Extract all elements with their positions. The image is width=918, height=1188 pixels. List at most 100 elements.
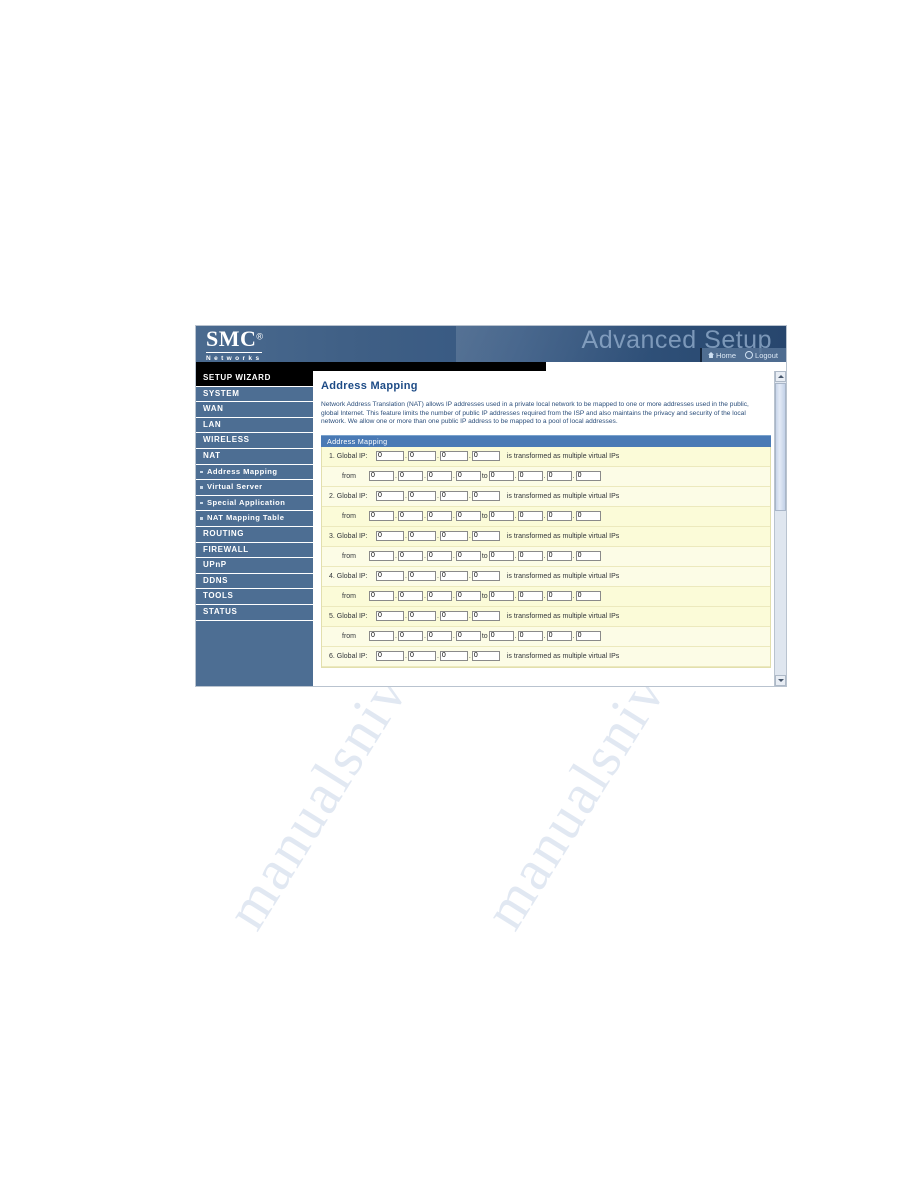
global-ip-label: 4. Global IP:	[329, 572, 368, 580]
from-ip-octet-3[interactable]	[426, 551, 452, 562]
home-button[interactable]: Home	[708, 351, 736, 360]
global-ip-octet-3[interactable]	[439, 491, 468, 502]
from-ip-octet-2[interactable]	[397, 551, 423, 562]
sidebar-nav: SETUP WIZARD SYSTEM WAN LAN WIRELESS NAT Addre…	[196, 371, 313, 686]
from-ip-octet-3[interactable]	[426, 511, 452, 522]
from-ip-octet-3[interactable]	[426, 471, 452, 482]
content-scrollbar[interactable]	[774, 371, 786, 686]
from-ip-octet-2[interactable]	[397, 511, 423, 522]
to-ip-octet-2[interactable]	[517, 551, 543, 562]
sidebar-item-tools[interactable]: TOOLS	[196, 589, 313, 605]
to-ip-octet-4[interactable]	[575, 511, 601, 522]
to-ip-octet-1[interactable]	[488, 591, 514, 602]
to-ip-octet-4[interactable]	[575, 551, 601, 562]
global-ip-octet-2[interactable]	[407, 571, 436, 582]
global-ip-octet-3[interactable]	[439, 611, 468, 622]
to-ip-octet-3[interactable]	[546, 511, 572, 522]
global-ip-octet-2[interactable]	[407, 451, 436, 462]
global-ip-octet-3[interactable]	[439, 531, 468, 542]
global-ip-octet-1[interactable]	[376, 571, 404, 582]
chevron-up-icon	[777, 375, 784, 378]
global-ip-octet-1[interactable]	[376, 451, 404, 462]
global-ip-octet-4[interactable]	[471, 571, 500, 582]
logout-button[interactable]: Logout	[745, 351, 778, 360]
sidebar-item-wan[interactable]: WAN	[196, 402, 313, 418]
to-ip-octet-1[interactable]	[488, 631, 514, 642]
sidebar-item-ddns[interactable]: DDNS	[196, 573, 313, 590]
scroll-up-button[interactable]	[775, 371, 786, 382]
global-ip-octet-1[interactable]	[376, 491, 404, 502]
to-ip-octet-1[interactable]	[488, 511, 514, 522]
global-ip-octet-2[interactable]	[407, 491, 436, 502]
sidebar-item-routing[interactable]: ROUTING	[196, 526, 313, 543]
global-ip-octet-4[interactable]	[471, 651, 500, 662]
from-ip-octet-1[interactable]	[369, 591, 394, 602]
scrollbar-thumb[interactable]	[775, 383, 786, 511]
from-ip-octet-4[interactable]	[455, 591, 481, 602]
sidebar-item-system[interactable]: SYSTEM	[196, 386, 313, 403]
sidebar-item-lan[interactable]: LAN	[196, 417, 313, 434]
sidebar-item-label: WIRELESS	[203, 435, 250, 445]
global-ip-octet-2[interactable]	[407, 651, 436, 662]
sidebar-item-special-application[interactable]: Special Application	[196, 495, 313, 512]
global-ip-octet-1[interactable]	[376, 531, 404, 542]
sidebar-item-upnp[interactable]: UPnP	[196, 558, 313, 574]
scroll-down-button[interactable]	[775, 675, 786, 686]
from-ip-octet-1[interactable]	[369, 551, 394, 562]
to-ip-octet-3[interactable]	[546, 471, 572, 482]
global-ip-octet-4[interactable]	[471, 611, 500, 622]
sidebar-item-wireless[interactable]: WIRELESS	[196, 433, 313, 449]
to-ip-octet-4[interactable]	[575, 471, 601, 482]
global-ip-octet-2[interactable]	[407, 611, 436, 622]
from-ip-octet-4[interactable]	[455, 511, 481, 522]
from-ip-octet-4[interactable]	[455, 471, 481, 482]
mapping-row-global: 1. Global IP:...is transformed as multip…	[322, 446, 770, 467]
to-ip-octet-4[interactable]	[575, 631, 601, 642]
smc-logo: SMC® Networks	[206, 328, 263, 362]
from-ip-octet-2[interactable]	[397, 471, 423, 482]
mapping-row-global: 4. Global IP:...is transformed as multip…	[322, 566, 770, 587]
sidebar-item-virtual-server[interactable]: Virtual Server	[196, 480, 313, 496]
from-ip-octet-2[interactable]	[397, 591, 423, 602]
from-ip-octet-1[interactable]	[369, 471, 394, 482]
from-ip-octet-1[interactable]	[369, 631, 394, 642]
to-ip-octet-2[interactable]	[517, 591, 543, 602]
to-ip-octet-2[interactable]	[517, 471, 543, 482]
sidebar-item-firewall[interactable]: FIREWALL	[196, 542, 313, 559]
to-ip-octet-3[interactable]	[546, 551, 572, 562]
mapping-row-range: from...to...	[322, 506, 770, 527]
global-ip-octet-4[interactable]	[471, 451, 500, 462]
from-ip-octet-2[interactable]	[397, 631, 423, 642]
global-ip-octet-2[interactable]	[407, 531, 436, 542]
to-ip-octet-3[interactable]	[546, 631, 572, 642]
global-ip-octet-4[interactable]	[471, 491, 500, 502]
from-label: from	[342, 632, 356, 640]
global-ip-octet-1[interactable]	[376, 651, 404, 662]
from-ip-octet-4[interactable]	[455, 631, 481, 642]
sidebar-item-address-mapping[interactable]: Address Mapping	[196, 464, 313, 481]
from-ip-octet-4[interactable]	[455, 551, 481, 562]
to-ip-octet-4[interactable]	[575, 591, 601, 602]
sidebar-item-label: ROUTING	[203, 528, 245, 538]
to-ip-octet-1[interactable]	[488, 471, 514, 482]
global-ip-octet-3[interactable]	[439, 571, 468, 582]
from-ip-octet-1[interactable]	[369, 511, 394, 522]
to-ip-octet-2[interactable]	[517, 631, 543, 642]
from-ip-octet-3[interactable]	[426, 591, 452, 602]
to-ip-octet-3[interactable]	[546, 591, 572, 602]
global-ip-octet-1[interactable]	[376, 611, 404, 622]
sidebar-item-label: Special Application	[207, 497, 286, 507]
global-ip-octet-3[interactable]	[439, 651, 468, 662]
transform-note: is transformed as multiple virtual IPs	[506, 452, 620, 460]
sidebar-item-nat-mapping-table[interactable]: NAT Mapping Table	[196, 511, 313, 527]
transform-note: is transformed as multiple virtual IPs	[506, 612, 620, 620]
sidebar-item-setup-wizard[interactable]: SETUP WIZARD	[196, 371, 313, 387]
page-description: Network Address Translation (NAT) allows…	[321, 401, 749, 426]
sidebar-item-status[interactable]: STATUS	[196, 604, 313, 621]
global-ip-octet-4[interactable]	[471, 531, 500, 542]
sidebar-item-nat[interactable]: NAT	[196, 448, 313, 465]
to-ip-octet-1[interactable]	[488, 551, 514, 562]
from-ip-octet-3[interactable]	[426, 631, 452, 642]
to-ip-octet-2[interactable]	[517, 511, 543, 522]
global-ip-octet-3[interactable]	[439, 451, 468, 462]
